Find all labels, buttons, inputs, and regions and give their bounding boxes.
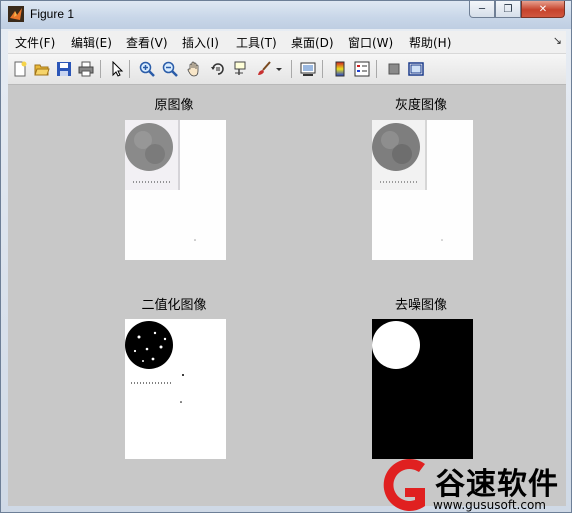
- toolbar-separator: [376, 60, 377, 78]
- subplot-title-grayscale: 灰度图像: [394, 98, 447, 113]
- subplot-title-original: 原图像: [154, 98, 194, 113]
- watermark-url: www.gususoft.com: [433, 498, 546, 512]
- menu-help[interactable]: 帮助(H): [409, 34, 451, 51]
- subplot-original-image: [125, 120, 226, 260]
- new-figure-icon[interactable]: [11, 60, 29, 78]
- data-cursor-icon[interactable]: [232, 60, 250, 78]
- toolbar-separator: [129, 60, 130, 78]
- menu-insert[interactable]: 插入(I): [182, 34, 219, 51]
- legend-icon[interactable]: [353, 60, 371, 78]
- open-file-icon[interactable]: [33, 60, 51, 78]
- menu-view[interactable]: 查看(V): [126, 34, 168, 51]
- figure-window: Figure 1 ─ ❐ ✕ 文件(F) 编辑(E) 查看(V) 插入(I) 工…: [0, 0, 572, 513]
- toolbar-separator: [322, 60, 323, 78]
- subplot-title-denoised: 去噪图像: [394, 298, 447, 313]
- window-title: Figure 1: [30, 7, 75, 21]
- menu-window[interactable]: 窗口(W): [348, 34, 393, 51]
- rotate-3d-icon[interactable]: [209, 60, 227, 78]
- window-controls: ─ ❐ ✕: [469, 1, 565, 20]
- brush-icon[interactable]: [255, 60, 273, 78]
- watermark-brand: 谷速软件: [435, 467, 559, 502]
- hide-plot-tools-icon[interactable]: [385, 60, 403, 78]
- colorbar-icon[interactable]: [331, 60, 349, 78]
- close-button[interactable]: ✕: [521, 1, 565, 18]
- minimize-button[interactable]: ─: [469, 1, 495, 18]
- subplot-title-binarized: 二值化图像: [141, 298, 207, 313]
- menu-desktop[interactable]: 桌面(D): [291, 34, 334, 51]
- figure-toolbar: [8, 54, 566, 85]
- menu-file[interactable]: 文件(F): [15, 34, 55, 51]
- maximize-icon: ❐: [503, 3, 513, 15]
- zoom-in-icon[interactable]: [138, 60, 156, 78]
- watermark-logo-icon: [383, 459, 425, 511]
- subplot-binarized-image: [125, 319, 226, 459]
- zoom-out-icon[interactable]: [161, 60, 179, 78]
- show-plot-tools-icon[interactable]: [407, 60, 425, 78]
- title-bar[interactable]: Figure 1 ─ ❐ ✕: [1, 1, 571, 29]
- matlab-app-icon: [8, 6, 24, 22]
- pan-hand-icon[interactable]: [185, 60, 203, 78]
- print-icon[interactable]: [77, 60, 95, 78]
- subplot-grayscale-image: [372, 120, 473, 260]
- toolbar-separator: [291, 60, 292, 78]
- pointer-icon[interactable]: [108, 60, 126, 78]
- figure-canvas: 原图像 灰度图像 二值化图像 去噪图像: [8, 85, 566, 506]
- toolbar-separator: [100, 60, 101, 78]
- menu-edit[interactable]: 编辑(E): [71, 34, 112, 51]
- menu-tools[interactable]: 工具(T): [236, 34, 277, 51]
- maximize-button[interactable]: ❐: [495, 1, 521, 18]
- menu-bar: 文件(F) 编辑(E) 查看(V) 插入(I) 工具(T) 桌面(D) 窗口(W…: [8, 31, 566, 54]
- dock-arrow-icon[interactable]: ↘: [553, 34, 562, 47]
- dropdown-arrow-icon[interactable]: [274, 60, 284, 78]
- save-icon[interactable]: [55, 60, 73, 78]
- link-plot-icon[interactable]: [299, 60, 317, 78]
- subplot-denoised-image: [372, 319, 473, 459]
- close-icon: ✕: [538, 3, 548, 15]
- watermark: 谷速软件 www.gususoft.com: [375, 456, 572, 514]
- minimize-icon: ─: [478, 3, 486, 15]
